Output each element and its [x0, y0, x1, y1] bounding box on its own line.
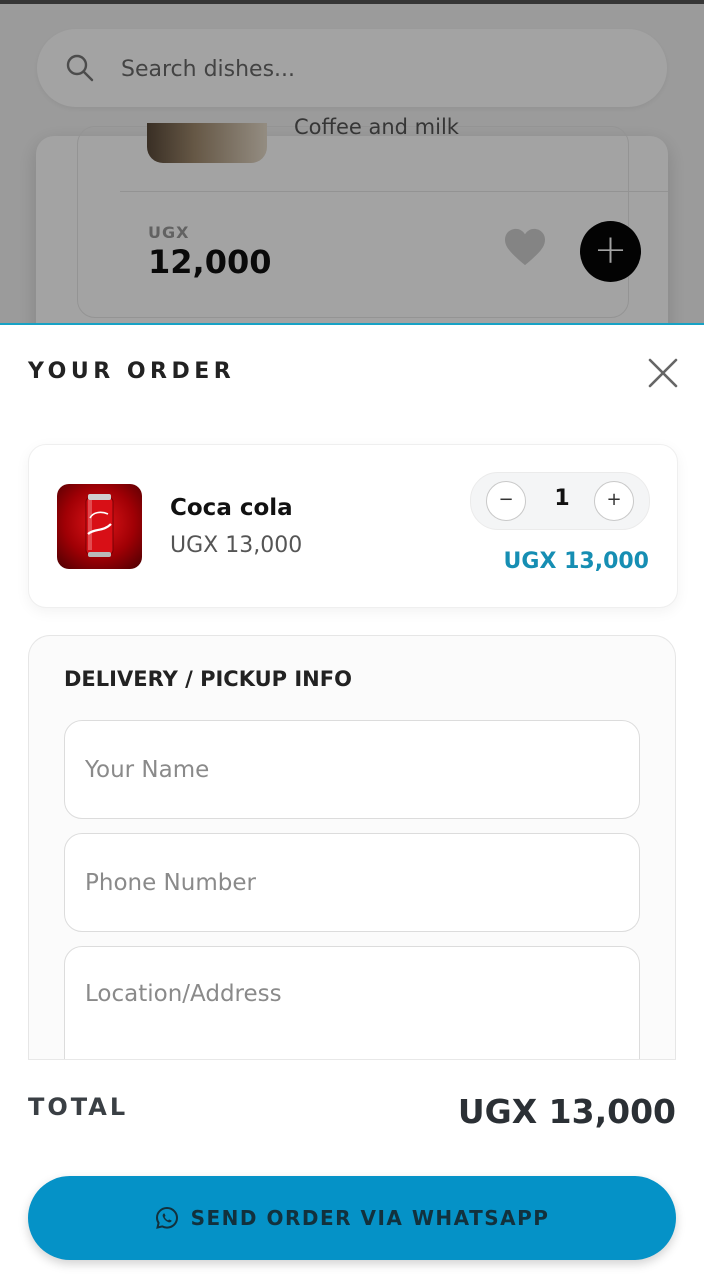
- close-icon[interactable]: [645, 355, 681, 391]
- plus-icon: +: [606, 489, 622, 510]
- sheet-title: YOUR ORDER: [28, 359, 236, 384]
- quantity-value: 1: [554, 486, 570, 511]
- item-line-total: UGX 13,000: [503, 549, 649, 574]
- name-field[interactable]: [64, 720, 640, 819]
- increase-quantity-button[interactable]: +: [594, 481, 634, 521]
- modal-backdrop[interactable]: [0, 0, 704, 324]
- order-sheet: YOUR ORDER Coca cola UGX 13,000 − 1 + UG…: [0, 323, 704, 1282]
- send-order-label: SEND ORDER VIA WHATSAPP: [190, 1206, 550, 1230]
- delivery-info-title: DELIVERY / PICKUP INFO: [64, 667, 352, 691]
- minus-icon: −: [498, 489, 514, 510]
- send-order-whatsapp-button[interactable]: SEND ORDER VIA WHATSAPP: [28, 1176, 676, 1260]
- total-label: TOTAL: [28, 1093, 129, 1121]
- item-unit-price: UGX 13,000: [170, 533, 303, 558]
- item-name: Coca cola: [170, 495, 293, 521]
- whatsapp-icon: [155, 1206, 178, 1229]
- phone-field[interactable]: [64, 833, 640, 932]
- divider: [28, 1059, 676, 1060]
- decrease-quantity-button[interactable]: −: [486, 481, 526, 521]
- soda-can-image: [85, 494, 114, 557]
- order-item: Coca cola UGX 13,000 − 1 + UGX 13,000: [28, 444, 678, 608]
- background-page: Coffee and milk UGX 12,000 +: [0, 0, 704, 324]
- item-image: [57, 484, 142, 569]
- total-value: UGX 13,000: [457, 1092, 676, 1131]
- delivery-info-panel: DELIVERY / PICKUP INFO: [28, 635, 676, 1060]
- location-field[interactable]: [64, 946, 640, 1060]
- quantity-stepper: − 1 +: [470, 472, 650, 530]
